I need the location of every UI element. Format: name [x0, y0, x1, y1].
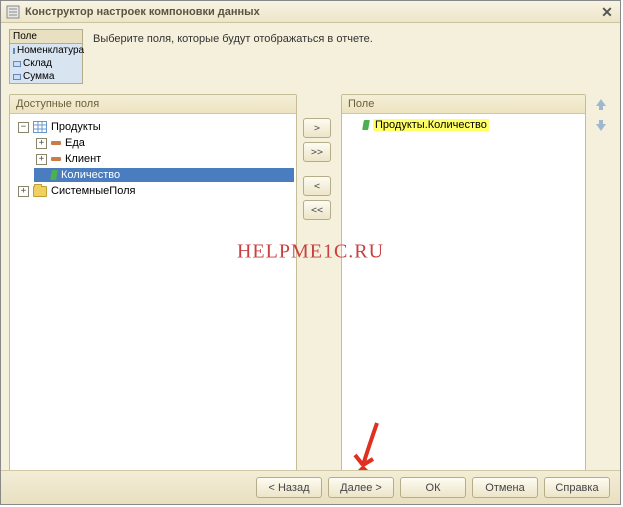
add-button[interactable]: > — [303, 118, 331, 138]
tree-node-client[interactable]: + Клиент — [34, 152, 294, 166]
selected-fields-header: Поле — [342, 95, 585, 114]
titlebar: Конструктор настроек компоновки данных ✕ — [1, 1, 620, 23]
tree-label: Продукты — [51, 121, 101, 133]
step-item[interactable]: Номенклатура — [10, 44, 82, 57]
step-item-label: Склад — [23, 58, 52, 69]
available-fields-tree: − Продукты — [10, 114, 296, 473]
move-up-button[interactable] — [592, 96, 610, 112]
tree-node-food[interactable]: + Еда — [34, 136, 294, 150]
field-icon — [13, 48, 15, 54]
field-icon — [51, 157, 61, 161]
expand-icon[interactable]: + — [36, 154, 47, 165]
main-area: Доступные поля − — [1, 88, 620, 480]
step-box: Поле Номенклатура Склад Сумма — [9, 29, 83, 84]
dialog-window: Конструктор настроек компоновки данных ✕… — [0, 0, 621, 505]
resource-icon — [50, 170, 58, 180]
hint-text: Выберите поля, которые будут отображатьс… — [83, 29, 373, 45]
folder-icon — [33, 186, 47, 197]
ok-button[interactable]: ОК — [400, 477, 466, 498]
bottom-bar: < Назад Далее > ОК Отмена Справка — [1, 470, 620, 504]
remove-button[interactable]: < — [303, 176, 331, 196]
back-button[interactable]: < Назад — [256, 477, 322, 498]
tree-node-system-fields[interactable]: + СистемныеПоля — [16, 184, 294, 198]
add-all-button[interactable]: >> — [303, 142, 331, 162]
spacer — [348, 120, 359, 131]
field-icon — [13, 74, 21, 80]
next-button[interactable]: Далее > — [328, 477, 394, 498]
step-item-label: Сумма — [23, 71, 54, 82]
window-title: Конструктор настроек компоновки данных — [25, 6, 598, 18]
spacer — [303, 166, 335, 172]
close-button[interactable]: ✕ — [598, 4, 616, 20]
selected-field-label: Продукты.Количество — [373, 119, 489, 131]
selected-fields-wrap: Поле Продукты.Количество — [341, 94, 612, 474]
help-button[interactable]: Справка — [544, 477, 610, 498]
step-item-label: Номенклатура — [17, 45, 84, 56]
step-item[interactable]: Склад — [10, 57, 82, 70]
tree-label: Еда — [65, 137, 85, 149]
field-icon — [13, 61, 21, 67]
selected-fields-panel: Поле Продукты.Количество — [341, 94, 586, 474]
tree-label: Количество — [61, 169, 120, 181]
tree-node-quantity[interactable]: Количество — [34, 168, 294, 182]
tree-label: СистемныеПоля — [51, 185, 135, 197]
collapse-icon[interactable]: − — [18, 122, 29, 133]
expand-icon[interactable]: + — [36, 138, 47, 149]
spacer — [36, 170, 47, 181]
selected-field-row[interactable]: Продукты.Количество — [344, 118, 583, 132]
tree-label: Клиент — [65, 153, 101, 165]
available-fields-header: Доступные поля — [10, 95, 296, 114]
move-down-button[interactable] — [592, 118, 610, 134]
field-icon — [51, 141, 61, 145]
reorder-arrows — [592, 94, 612, 474]
move-buttons: > >> < << — [303, 94, 335, 474]
available-fields-panel: Доступные поля − — [9, 94, 297, 474]
app-icon — [5, 4, 21, 20]
top-section: Поле Номенклатура Склад Сумма Выберите п… — [1, 23, 620, 88]
selected-fields-list: Продукты.Количество — [342, 114, 585, 473]
cancel-button[interactable]: Отмена — [472, 477, 538, 498]
table-icon — [33, 121, 47, 133]
tree-node-products[interactable]: − Продукты — [16, 120, 294, 134]
expand-icon[interactable]: + — [18, 186, 29, 197]
remove-all-button[interactable]: << — [303, 200, 331, 220]
step-item[interactable]: Сумма — [10, 70, 82, 83]
resource-icon — [362, 120, 370, 130]
step-box-header: Поле — [10, 30, 82, 44]
